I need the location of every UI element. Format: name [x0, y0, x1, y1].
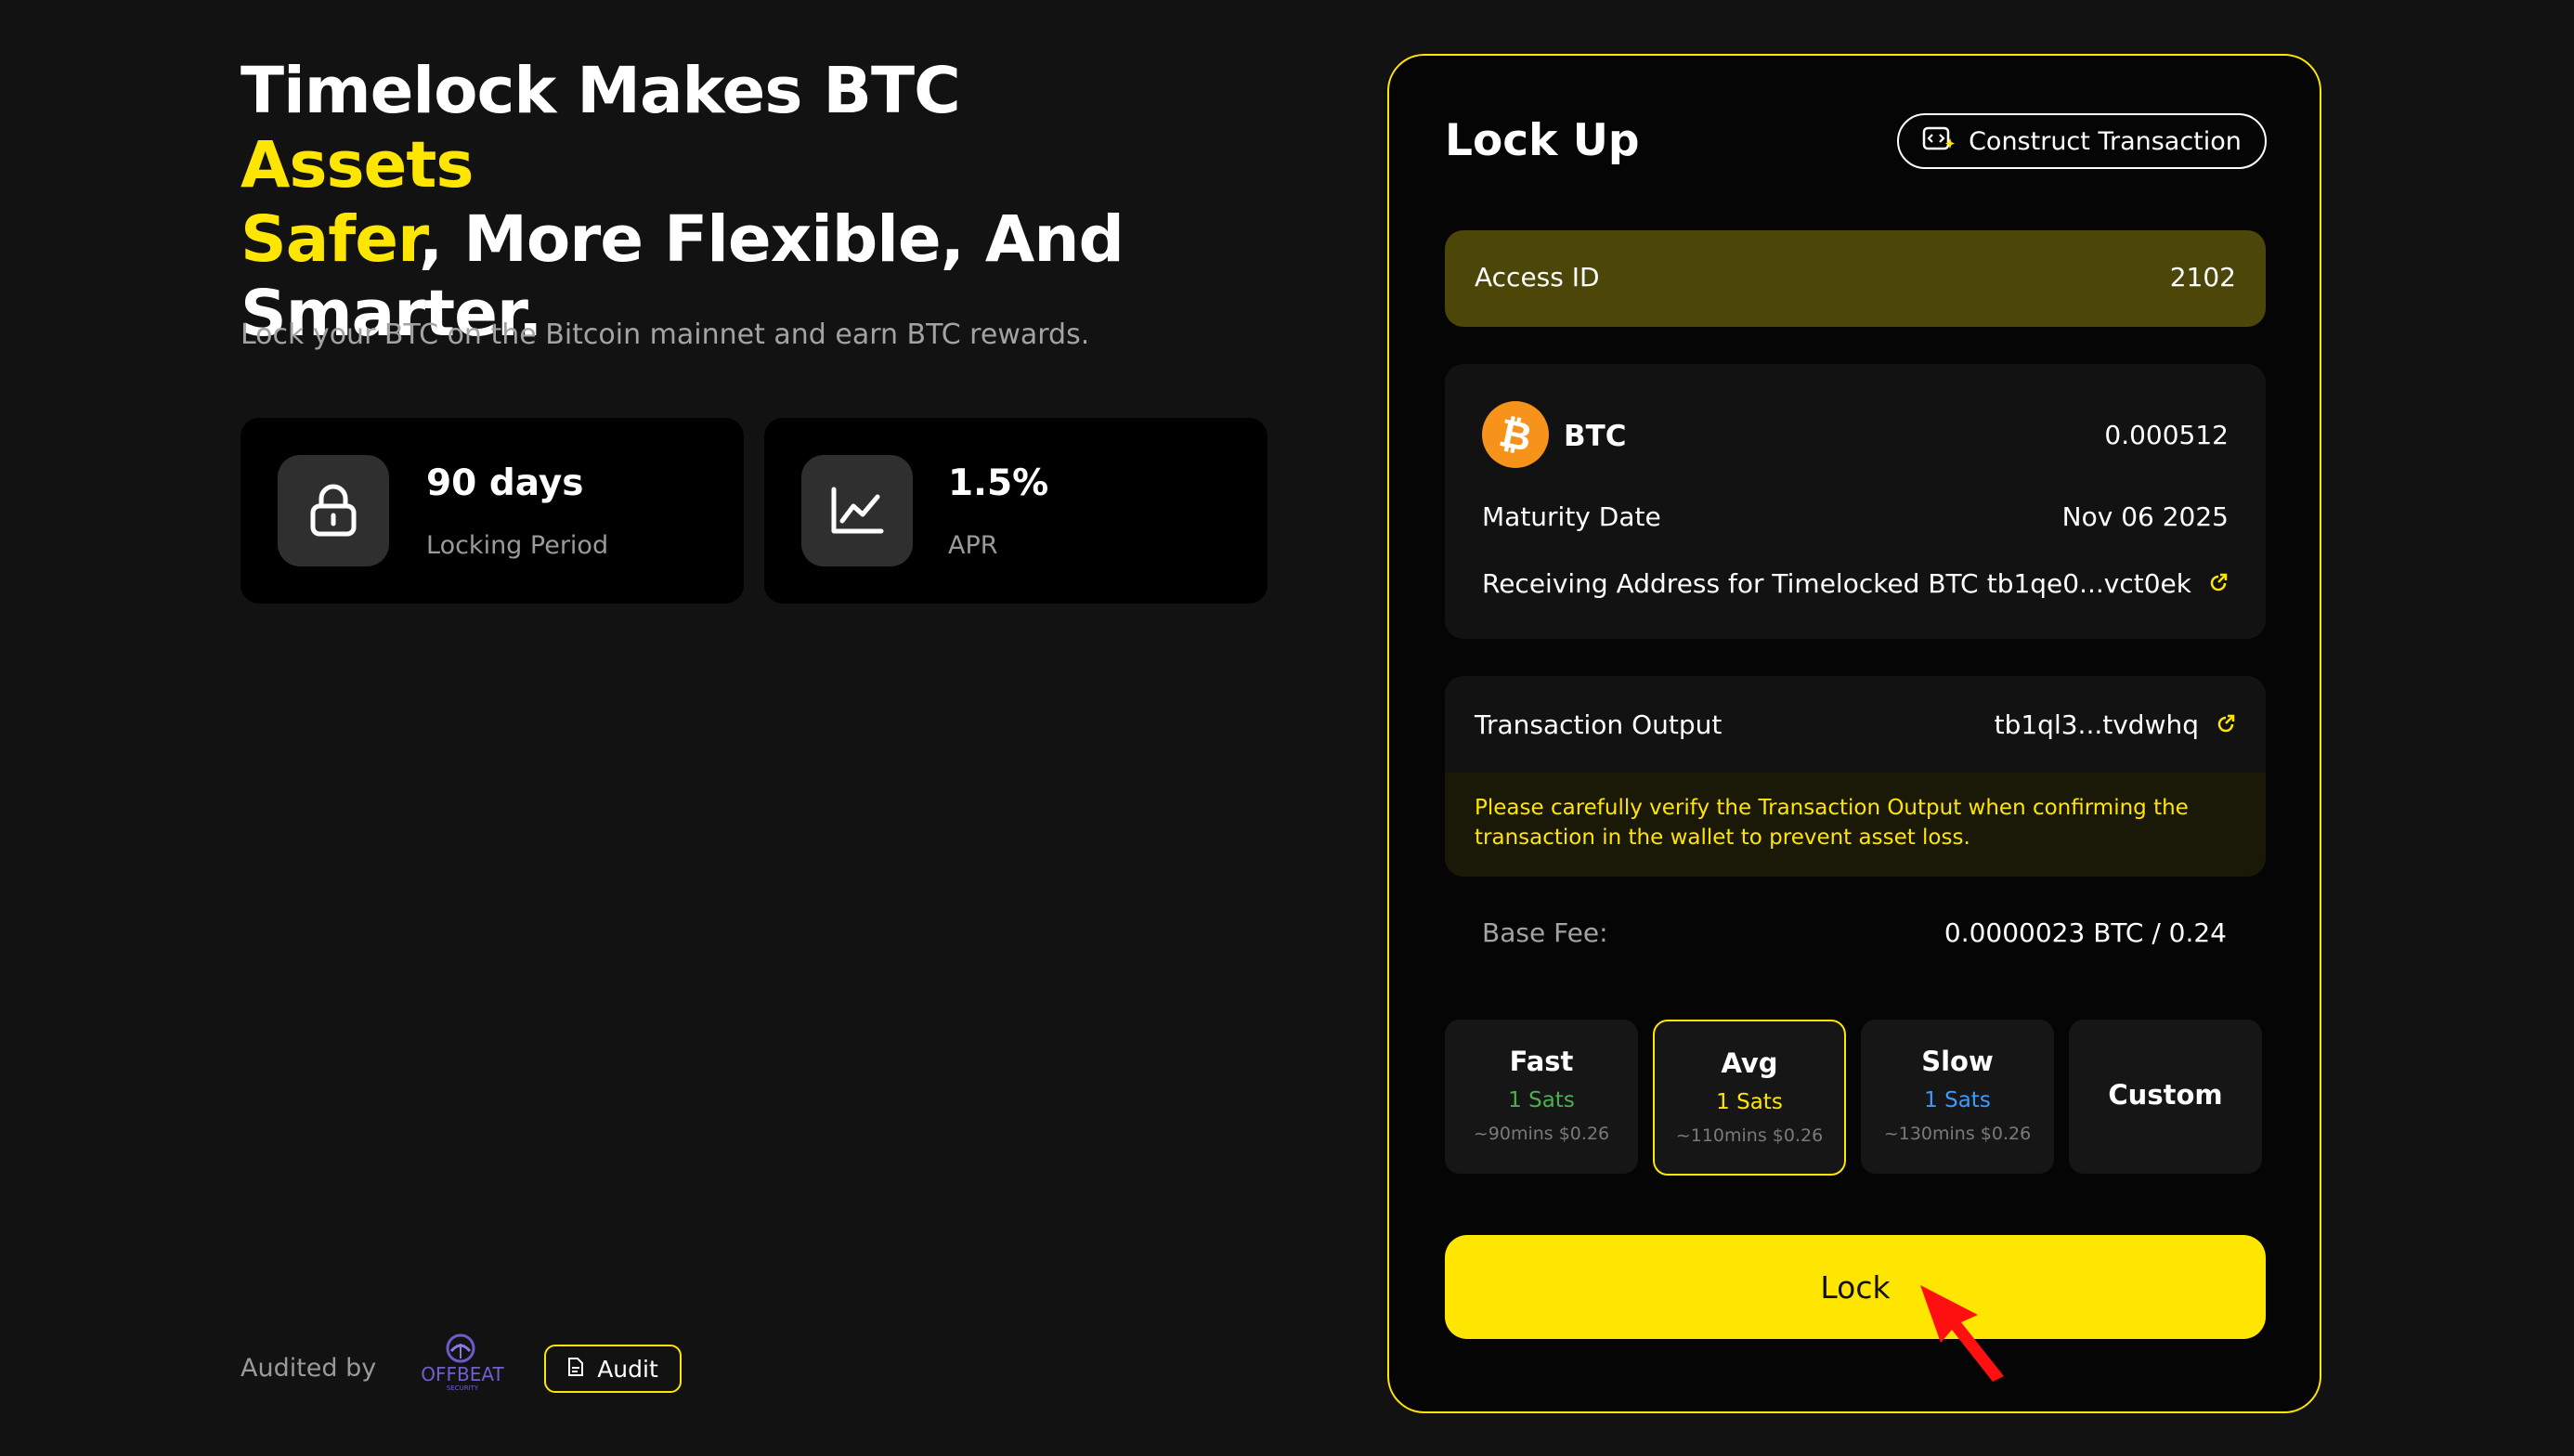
transaction-output-card: Transaction Output tb1ql3...tvdwhq Pleas…	[1445, 676, 2266, 877]
lock-icon	[278, 455, 389, 566]
fee-option-sats: 1 Sats	[1508, 1088, 1575, 1112]
fee-option-name: Avg	[1721, 1047, 1778, 1079]
warning-text: Please carefully verify the Transaction …	[1475, 796, 2189, 850]
construct-transaction-button[interactable]: Construct Transaction	[1897, 113, 2267, 169]
stat-value: 90 days	[426, 462, 584, 504]
stat-value: 1.5%	[948, 462, 1049, 504]
pointer-arrow-icon	[1920, 1285, 2004, 1382]
transaction-output-value: tb1ql3...tvdwhq	[1995, 709, 2236, 740]
hero-text: , More Flexible, And	[418, 202, 1124, 277]
stat-card-locking-period: 90 days Locking Period	[240, 418, 744, 604]
offbeat-logo-subtext: SECURITY	[447, 1384, 479, 1392]
panel-title: Lock Up	[1445, 115, 1640, 166]
construct-transaction-label: Construct Transaction	[1969, 126, 2242, 156]
svg-text:₿: ₿	[1497, 413, 1534, 456]
external-link-icon[interactable]	[2216, 709, 2236, 740]
access-id-label: Access ID	[1475, 262, 1600, 292]
audited-by-label: Audited by	[240, 1354, 377, 1383]
base-fee-value: 0.0000023 BTC / 0.24	[1944, 917, 2227, 948]
asset-name: BTC	[1564, 420, 1627, 453]
hero-highlight: Safer	[240, 202, 420, 277]
chart-line-icon	[801, 455, 913, 566]
fee-option-slow[interactable]: Slow 1 Sats ~130mins $0.26	[1861, 1020, 2054, 1174]
warning-box: Please carefully verify the Transaction …	[1445, 773, 2266, 877]
access-id-value: 2102	[2169, 262, 2236, 292]
hero-highlight: Assets	[240, 128, 474, 202]
document-icon	[567, 1356, 584, 1383]
lock-button[interactable]: Lock	[1445, 1235, 2266, 1339]
receiving-address-text: tb1qe0...vct0ek	[1986, 568, 2191, 599]
fee-option-name: Custom	[2108, 1079, 2223, 1111]
external-link-icon[interactable]	[2208, 568, 2229, 599]
asset-amount: 0.000512	[2104, 420, 2229, 450]
transaction-output-text: tb1ql3...tvdwhq	[1994, 709, 2199, 740]
hero-text: Timelock Makes BTC	[240, 54, 961, 128]
offbeat-security-logo: OFFBEAT SECURITY	[416, 1332, 509, 1394]
hero-subtitle: Lock your BTC on the Bitcoin mainnet and…	[240, 318, 1090, 351]
fee-option-time: ~90mins $0.26	[1473, 1124, 1610, 1144]
fee-option-name: Fast	[1509, 1046, 1574, 1077]
receiving-address-value: tb1qe0...vct0ek	[1987, 568, 2229, 599]
fee-option-time: ~110mins $0.26	[1675, 1125, 1824, 1146]
stat-label: APR	[948, 531, 998, 560]
stat-card-apr: 1.5% APR	[764, 418, 1268, 604]
lock-details-card: ₿ BTC 0.000512 Maturity Date Nov 06 2025…	[1445, 364, 2266, 639]
bitcoin-icon: ₿	[1482, 401, 1549, 468]
offbeat-logo-text: OFFBEAT	[421, 1363, 504, 1385]
transaction-output-label: Transaction Output	[1475, 709, 1722, 740]
audit-button[interactable]: Audit	[544, 1345, 682, 1393]
maturity-date-label: Maturity Date	[1482, 501, 1661, 532]
fee-option-name: Slow	[1921, 1046, 1994, 1077]
base-fee-label: Base Fee:	[1482, 917, 1608, 948]
fee-option-sats: 1 Sats	[1716, 1090, 1783, 1114]
lock-up-panel: Lock Up Construct Transaction Access ID …	[1387, 54, 2321, 1413]
audit-button-label: Audit	[597, 1355, 658, 1383]
fee-option-fast[interactable]: Fast 1 Sats ~90mins $0.26	[1445, 1020, 1638, 1174]
fee-option-time: ~130mins $0.26	[1883, 1124, 2032, 1144]
receiving-address-label: Receiving Address for Timelocked BTC	[1482, 568, 1979, 599]
code-spark-icon	[1922, 125, 1956, 158]
access-id-box: Access ID 2102	[1445, 230, 2266, 327]
hero-title: Timelock Makes BTC Assets Safer, More Fle…	[240, 54, 1206, 351]
maturity-date-value: Nov 06 2025	[2061, 501, 2229, 532]
stat-label: Locking Period	[426, 531, 609, 560]
fee-option-custom[interactable]: Custom	[2069, 1020, 2262, 1174]
fee-option-sats: 1 Sats	[1924, 1088, 1991, 1112]
fee-option-avg[interactable]: Avg 1 Sats ~110mins $0.26	[1653, 1020, 1846, 1176]
